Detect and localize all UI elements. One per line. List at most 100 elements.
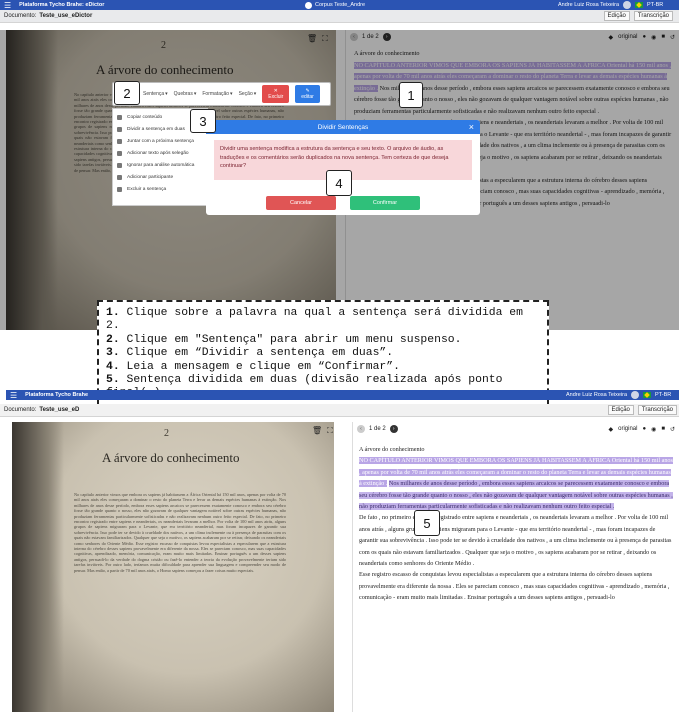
sentence-toolbar: Sentença ▾ Quebras ▾ Formatação ▾ Seção ▾ ✕ E… xyxy=(112,82,331,106)
user-area[interactable]: Andre Luiz Rosa Teixeira PT-BR xyxy=(558,1,663,9)
cancel-button[interactable]: Cancelar xyxy=(266,196,336,210)
transcription-button[interactable]: Transcrição xyxy=(637,405,677,415)
menu-item-ignore[interactable]: Ignorar para análise automática xyxy=(113,159,207,171)
expand-icon[interactable]: ⛶ xyxy=(327,426,333,436)
split-icon xyxy=(117,126,122,132)
layers-icon[interactable]: ◆ xyxy=(608,426,613,433)
view-mode[interactable]: original xyxy=(618,426,637,432)
pager: 1 de 2 xyxy=(369,426,386,432)
mode-buttons: Edição Transcrição xyxy=(603,11,673,21)
add-icon xyxy=(117,150,122,156)
sentence-label: Sentença xyxy=(143,91,165,97)
step-text: Leia a mensagem e clique em “Confirmar”. xyxy=(119,360,400,373)
menu-item-label: Ignorar para análise automática xyxy=(127,162,195,168)
sentence-split-second[interactable]: Nos milhares de anos desse período , emb… xyxy=(359,480,673,511)
page-number: 2 xyxy=(164,428,169,439)
tag-icon[interactable]: ● xyxy=(642,426,646,432)
close-icon[interactable]: × xyxy=(469,122,474,132)
section-menu[interactable]: Seção ▾ xyxy=(239,91,257,97)
comment-icon[interactable]: ■ xyxy=(661,426,665,432)
sentence[interactable]: Esse registro escasso de conquistas levo… xyxy=(359,571,669,601)
edit-button[interactable]: Edição xyxy=(603,11,630,21)
quotes-label: Quebras xyxy=(173,91,193,97)
next-icon[interactable]: › xyxy=(389,425,398,433)
menu-item-participant[interactable]: Adicionar participante xyxy=(113,171,207,183)
menu-icon[interactable]: ☰ xyxy=(4,1,11,10)
menu-item-label: Adicionar texto após selegão xyxy=(127,150,189,156)
step-text: Clique em “Dividir a sentença em duas”. xyxy=(119,347,394,360)
text-title[interactable]: A árvore do conhecimento xyxy=(359,444,675,455)
user-name: Andre Luiz Rosa Teixeira xyxy=(558,2,620,8)
step-number: 2. xyxy=(106,333,120,346)
instruction-step: 1. Clique sobre a palavra na qual a sent… xyxy=(106,307,540,334)
menu-icon[interactable]: ☰ xyxy=(10,391,17,400)
user-name: Andre Luiz Rosa Teixeira xyxy=(566,392,628,398)
eye-icon[interactable]: ◉ xyxy=(651,426,656,433)
avatar xyxy=(631,391,640,399)
dialog-title: Dividir Sentenças xyxy=(317,123,369,131)
step-number: 3. xyxy=(106,347,120,360)
section-label: Seção xyxy=(238,91,253,97)
edit-sentence-button[interactable]: ✎ editar xyxy=(295,85,320,103)
app-header: ☰ Plataforma Tycho Brahe: eDictor Corpus… xyxy=(0,0,679,10)
step-text: Clique sobre a palavra na qual a sentenç… xyxy=(106,307,523,333)
step-number: 4. xyxy=(106,360,120,373)
dialog-header: Dividir Sentenças × xyxy=(206,120,480,134)
trash-icon[interactable]: 🗑 xyxy=(312,426,322,436)
menu-item-label: Juntar com a próxima sentença xyxy=(127,138,194,144)
step-number: 1. xyxy=(106,307,120,319)
menu-item-add-text[interactable]: Adicionar texto após selegão xyxy=(113,147,207,159)
document-label: Documento: xyxy=(4,407,37,413)
image-tools: 🗑 ⛶ xyxy=(312,426,333,436)
callout-5: 5 xyxy=(414,510,440,536)
corpus-icon xyxy=(305,1,312,9)
page-text: No capítulo anterior vimos que embora os… xyxy=(74,492,286,573)
callout-3: 3 xyxy=(190,109,216,133)
avatar xyxy=(623,1,632,9)
instruction-step: 2. Clique em "Sentença" para abrir um me… xyxy=(106,334,540,347)
callout-1: 1 xyxy=(399,82,423,108)
flag-icon xyxy=(635,2,644,8)
document-label: Documento: xyxy=(4,13,37,19)
language: PT-BR xyxy=(655,392,672,398)
trash-icon xyxy=(117,186,122,192)
undo-icon[interactable]: ↺ xyxy=(670,426,675,433)
menu-item-label: Dividir a sentença em duas xyxy=(127,126,185,132)
confirm-button[interactable]: Confirmar xyxy=(350,196,420,210)
menu-item-delete[interactable]: Excluir a sentença xyxy=(113,183,207,195)
app-name: Plataforma Tycho Brahe: eDictor xyxy=(19,2,105,8)
flag-icon xyxy=(643,392,652,398)
quotes-menu[interactable]: Quebras ▾ xyxy=(174,91,197,97)
edit-button[interactable]: Edição xyxy=(607,405,634,415)
sentence-menu[interactable]: Sentença ▾ xyxy=(143,91,168,97)
menu-item-join[interactable]: Juntar com a próxima sentença xyxy=(113,135,207,147)
language: PT-BR xyxy=(647,2,664,8)
join-icon xyxy=(117,138,122,144)
delete-button[interactable]: ✕ Excluir xyxy=(262,85,290,103)
edit-label: editar xyxy=(301,94,314,100)
format-menu[interactable]: Formatação ▾ xyxy=(202,91,232,97)
user-icon xyxy=(117,174,122,180)
panel-header: ‹ 1 de 2 › ◆ original ● ◉ ■ ↺ xyxy=(353,422,679,436)
document-name: Teste_use_eDictor xyxy=(39,13,93,19)
transcription-button[interactable]: Transcrição xyxy=(633,11,673,21)
instruction-step: 3. Clique em “Dividir a sentença em duas… xyxy=(106,347,540,360)
split-dialog: Dividir Sentenças × Dividir uma sentença … xyxy=(206,120,480,215)
document-bar: Documento: Teste_use_eDictor Edição Transc… xyxy=(0,10,679,23)
panel-tools: ◆ original ● ◉ ■ ↺ xyxy=(608,426,675,433)
page-title: A árvore do conhecimento xyxy=(102,450,240,465)
step-number: 5. xyxy=(106,374,120,387)
copy-icon xyxy=(117,114,122,120)
transcription-text: A árvore do conhecimento NO CAPÍTULO ANT… xyxy=(359,444,675,712)
page-image-2: 2 A árvore do conhecimento No capítulo a… xyxy=(12,422,334,712)
callout-2: 2 xyxy=(114,81,140,105)
user-area[interactable]: Andre Luiz Rosa Teixeira PT-BR xyxy=(566,391,671,399)
app-name: Plataforma Tycho Brahe xyxy=(25,392,89,398)
app-header-2: ☰ Plataforma Tycho Brahe Andre Luiz Rosa… xyxy=(6,390,679,400)
corpus-selector[interactable]: Corpus Teste_Andre xyxy=(305,1,365,9)
sentence[interactable]: De fato , no primeiro encontro registrad… xyxy=(359,514,671,567)
document-name: Teste_use_eD xyxy=(39,407,80,413)
prev-icon[interactable]: ‹ xyxy=(357,425,365,433)
menu-item-label: Excluir a sentença xyxy=(127,186,167,192)
dialog-actions: Cancelar Confirmar xyxy=(206,196,480,210)
